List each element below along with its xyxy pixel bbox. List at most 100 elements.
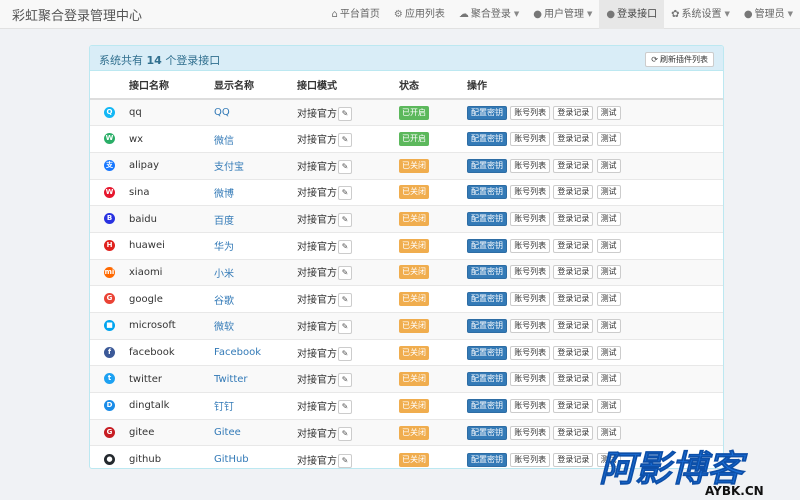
edit-icon[interactable]: ✎ [338,239,352,254]
account-list-button[interactable]: 账号列表 [510,292,551,307]
test-button[interactable]: 测试 [596,318,621,333]
test-button[interactable]: 测试 [596,345,621,360]
status-toggle[interactable]: 已关闭 [399,238,429,253]
edit-icon[interactable]: ✎ [338,346,352,361]
login-records-button[interactable]: 登录记录 [553,372,594,387]
login-records-button[interactable]: 登录记录 [553,345,594,360]
account-list-button[interactable]: 账号列表 [510,105,551,120]
login-records-button[interactable]: 登录记录 [553,452,594,467]
status-toggle[interactable]: 已开启 [399,132,429,147]
nav-item-2[interactable]: ☁ 聚合登录 ▼ [452,0,526,29]
test-button[interactable]: 测试 [596,185,621,200]
display-name-link[interactable]: 百度 [214,216,234,227]
status-toggle[interactable]: 已关闭 [399,212,429,227]
status-toggle[interactable]: 已关闭 [399,398,429,413]
login-records-button[interactable]: 登录记录 [553,292,594,307]
display-name-link[interactable]: 谷歌 [214,296,234,307]
status-toggle[interactable]: 已关闭 [399,158,429,173]
status-toggle[interactable]: 已关闭 [399,318,429,333]
test-button[interactable]: 测试 [596,158,621,173]
nav-item-6[interactable]: ● 管理员 ▼ [737,0,800,29]
login-records-button[interactable]: 登录记录 [553,105,594,120]
status-toggle[interactable]: 已关闭 [399,292,429,307]
edit-icon[interactable]: ✎ [338,399,352,414]
config-key-button[interactable]: 配置密钥 [467,185,507,200]
login-records-button[interactable]: 登录记录 [553,212,594,227]
test-button[interactable]: 测试 [596,132,621,147]
test-button[interactable]: 测试 [596,398,621,413]
test-button[interactable]: 测试 [596,212,621,227]
status-toggle[interactable]: 已关闭 [399,185,429,200]
status-toggle[interactable]: 已开启 [399,105,429,120]
login-records-button[interactable]: 登录记录 [553,265,594,280]
test-button[interactable]: 测试 [596,425,621,440]
account-list-button[interactable]: 账号列表 [510,185,551,200]
nav-item-3[interactable]: ● 用户管理 ▼ [526,0,599,29]
display-name-link[interactable]: 微软 [214,322,234,333]
config-key-button[interactable]: 配置密钥 [467,345,507,360]
account-list-button[interactable]: 账号列表 [510,425,551,440]
edit-icon[interactable]: ✎ [338,319,352,334]
test-button[interactable]: 测试 [596,292,621,307]
display-name-link[interactable]: 小米 [214,269,234,280]
test-button[interactable]: 测试 [596,265,621,280]
display-name-link[interactable]: 钉钉 [214,402,234,413]
config-key-button[interactable]: 配置密钥 [467,318,507,333]
config-key-button[interactable]: 配置密钥 [467,372,507,387]
account-list-button[interactable]: 账号列表 [510,238,551,253]
login-records-button[interactable]: 登录记录 [553,185,594,200]
config-key-button[interactable]: 配置密钥 [467,398,507,413]
nav-item-5[interactable]: ✿ 系统设置 ▼ [664,0,737,29]
account-list-button[interactable]: 账号列表 [510,318,551,333]
config-key-button[interactable]: 配置密钥 [467,132,507,147]
test-button[interactable]: 测试 [596,238,621,253]
edit-icon[interactable]: ✎ [338,293,352,308]
login-records-button[interactable]: 登录记录 [553,158,594,173]
login-records-button[interactable]: 登录记录 [553,132,594,147]
status-toggle[interactable]: 已关闭 [399,372,429,387]
display-name-link[interactable]: 微博 [214,189,234,200]
login-records-button[interactable]: 登录记录 [553,398,594,413]
edit-icon[interactable]: ✎ [338,133,352,148]
account-list-button[interactable]: 账号列表 [510,212,551,227]
account-list-button[interactable]: 账号列表 [510,132,551,147]
config-key-button[interactable]: 配置密钥 [467,105,507,120]
account-list-button[interactable]: 账号列表 [510,265,551,280]
config-key-button[interactable]: 配置密钥 [467,238,507,253]
account-list-button[interactable]: 账号列表 [510,345,551,360]
display-name-link[interactable]: QQ [214,107,230,118]
status-toggle[interactable]: 已关闭 [399,265,429,280]
nav-item-0[interactable]: ⌂ 平台首页 [325,0,387,29]
nav-item-4[interactable]: ● 登录接口 [599,0,665,29]
config-key-button[interactable]: 配置密钥 [467,265,507,280]
login-records-button[interactable]: 登录记录 [553,238,594,253]
edit-icon[interactable]: ✎ [338,453,352,468]
edit-icon[interactable]: ✎ [338,106,352,121]
display-name-link[interactable]: Gitee [214,427,241,438]
display-name-link[interactable]: 华为 [214,242,234,253]
status-toggle[interactable]: 已关闭 [399,345,429,360]
refresh-plugins-button[interactable]: ⟳ 刷新插件列表 [645,52,714,67]
test-button[interactable]: 测试 [596,105,621,120]
status-toggle[interactable]: 已关闭 [399,452,429,467]
config-key-button[interactable]: 配置密钥 [467,212,507,227]
display-name-link[interactable]: Facebook [214,347,261,358]
display-name-link[interactable]: GitHub [214,454,249,465]
edit-icon[interactable]: ✎ [338,266,352,281]
display-name-link[interactable]: Twitter [214,374,248,385]
app-title[interactable]: 彩虹聚合登录管理中心 [12,5,142,24]
test-button[interactable]: 测试 [596,372,621,387]
edit-icon[interactable]: ✎ [338,186,352,201]
config-key-button[interactable]: 配置密钥 [467,158,507,173]
login-records-button[interactable]: 登录记录 [553,425,594,440]
nav-item-1[interactable]: ⚙ 应用列表 [387,0,452,29]
account-list-button[interactable]: 账号列表 [510,398,551,413]
edit-icon[interactable]: ✎ [338,426,352,441]
edit-icon[interactable]: ✎ [338,213,352,228]
account-list-button[interactable]: 账号列表 [510,372,551,387]
config-key-button[interactable]: 配置密钥 [467,452,507,467]
login-records-button[interactable]: 登录记录 [553,318,594,333]
status-toggle[interactable]: 已关闭 [399,425,429,440]
config-key-button[interactable]: 配置密钥 [467,292,507,307]
edit-icon[interactable]: ✎ [338,159,352,174]
